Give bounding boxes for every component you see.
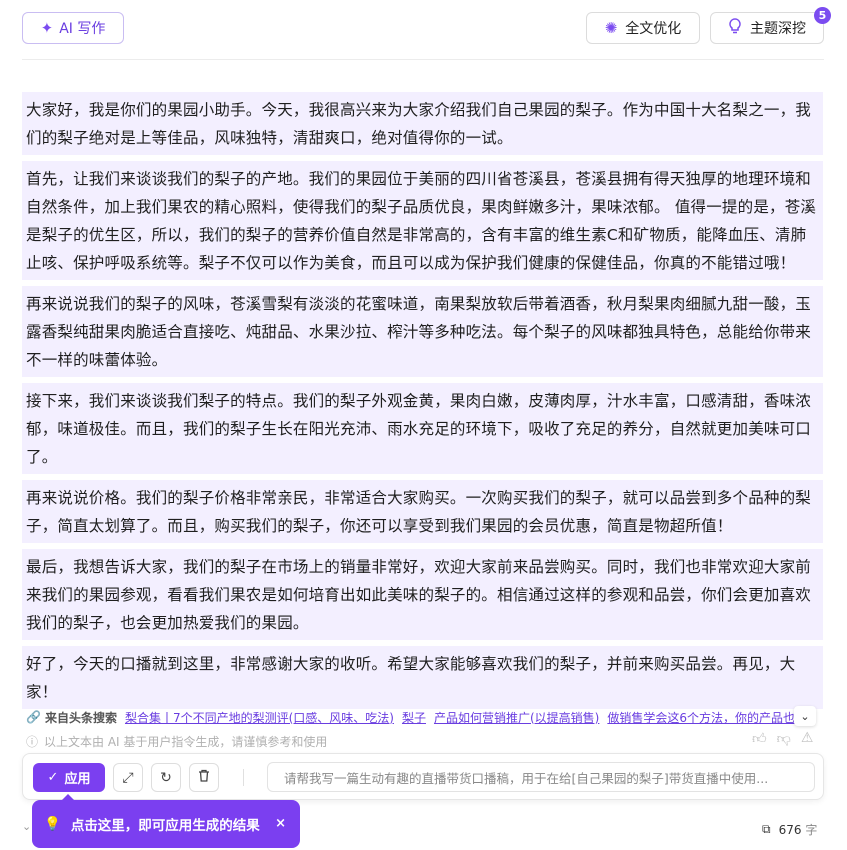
- theme-dig-button[interactable]: 主题深挖: [710, 12, 824, 44]
- theme-count-badge: 5: [814, 7, 831, 24]
- word-count-unit: 字: [805, 823, 818, 837]
- tooltip-text: 点击这里，即可应用生成的结果: [70, 818, 260, 834]
- source-link-1[interactable]: 梨合集丨7个不同产地的梨测评(口感、风味、吃法): [125, 709, 394, 726]
- ai-disclaimer: ⓘ 以上文本由 AI 基于用户指令生成，请谨慎参考和使用: [26, 735, 328, 749]
- paragraph-6: 最后，我想告诉大家，我们的梨子在市场上的销量非常好，欢迎大家前来品尝购买。同时，…: [22, 549, 823, 640]
- ai-write-button[interactable]: ✦ AI 写作: [22, 12, 124, 44]
- top-divider: [22, 59, 824, 60]
- apply-tooltip: 💡 点击这里，即可应用生成的结果 ×: [32, 794, 300, 848]
- ai-write-label: AI 写作: [59, 21, 106, 37]
- paragraph-4: 接下来，我们来谈谈我们梨子的特点。我们的梨子外观金黄，果肉白嫩，皮薄肉厚，汁水丰…: [22, 383, 823, 474]
- prompt-input[interactable]: 请帮我写一篇生动有趣的直播带货口播稿，用于在给[自己果园的梨子]带货直播中使用.…: [267, 762, 815, 792]
- source-link-2[interactable]: 梨子: [402, 709, 426, 726]
- apply-button[interactable]: ✓ 应用: [33, 763, 105, 792]
- source-link-3[interactable]: 产品如何营销推广(以提高销售): [434, 709, 599, 726]
- bar-divider: [243, 769, 244, 786]
- paragraph-1: 大家好，我是你们的果园小助手。今天，我很高兴来为大家介绍我们自己果园的梨子。作为…: [22, 92, 823, 155]
- optimize-all-button[interactable]: ✺ 全文优化: [586, 12, 700, 44]
- optimize-label: 全文优化: [625, 21, 682, 37]
- thumbs-down-icon[interactable]: 👎︎: [777, 730, 791, 747]
- paragraph-5: 再来说说价格。我们的梨子价格非常亲民，非常适合大家购买。一次购买我们的梨子，就可…: [22, 480, 823, 543]
- word-count: ⧉ 676 字: [762, 821, 817, 838]
- loading-sparkle-icon: ✺: [604, 19, 618, 37]
- word-count-value: 676: [778, 823, 802, 837]
- expand-button[interactable]: ⤢: [113, 763, 143, 792]
- expand-sources-button[interactable]: ⌄: [794, 706, 816, 726]
- source-label: 🔗 来自头条搜索: [26, 710, 117, 725]
- source-link-4[interactable]: 做销售学会这6个方法，你的产品也: [607, 709, 795, 726]
- thumbs-up-icon[interactable]: 👍︎: [752, 730, 767, 747]
- paragraph-3: 再来说说我们的梨子的风味，苍溪雪梨有淡淡的花蜜味道，南果梨放软后带着酒香，秋月梨…: [22, 286, 823, 377]
- check-icon: ✓: [47, 770, 59, 785]
- sparkle-icon: ✦: [40, 19, 54, 37]
- copy-icon[interactable]: ⧉: [762, 822, 771, 837]
- chevron-down-icon[interactable]: ⌄: [22, 820, 31, 833]
- expand-icon: ⤢: [122, 769, 134, 786]
- link-icon: 🔗: [26, 710, 41, 724]
- theme-label: 主题深挖: [750, 21, 806, 37]
- warning-icon[interactable]: ⚠: [801, 730, 814, 747]
- refresh-icon: ↻: [160, 769, 172, 786]
- generated-text: 大家好，我是你们的果园小助手。今天，我很高兴来为大家介绍我们自己果园的梨子。作为…: [22, 92, 823, 715]
- paragraph-7: 好了，今天的口播就到这里，非常感谢大家的收听。希望大家能够喜欢我们的梨子，并前来…: [22, 646, 823, 709]
- close-icon[interactable]: ×: [275, 816, 286, 831]
- top-toolbar: ✦ AI 写作 ✺ 全文优化 主题深挖 5: [0, 0, 847, 60]
- delete-button[interactable]: [189, 763, 219, 792]
- regenerate-button[interactable]: ↻: [151, 763, 181, 792]
- trash-icon: [198, 769, 210, 786]
- feedback-buttons: 👍︎ 👎︎ ⚠: [752, 730, 813, 747]
- paragraph-2: 首先，让我们来谈谈我们的梨子的产地。我们的果园位于美丽的四川省苍溪县，苍溪县拥有…: [22, 161, 823, 280]
- lightbulb-icon: 💡: [44, 816, 61, 832]
- info-icon: ⓘ: [26, 735, 39, 749]
- source-references: 🔗 来自头条搜索 梨合集丨7个不同产地的梨测评(口感、风味、吃法) 梨子 产品如…: [26, 707, 816, 727]
- lightbulb-icon: [728, 18, 742, 38]
- action-bar: ✓ 应用 ⤢ ↻ 请帮我写一篇生动有趣的直播带货口播稿，用于在给[自己果园的梨子…: [22, 753, 824, 800]
- chevron-down-icon: ⌄: [800, 709, 810, 723]
